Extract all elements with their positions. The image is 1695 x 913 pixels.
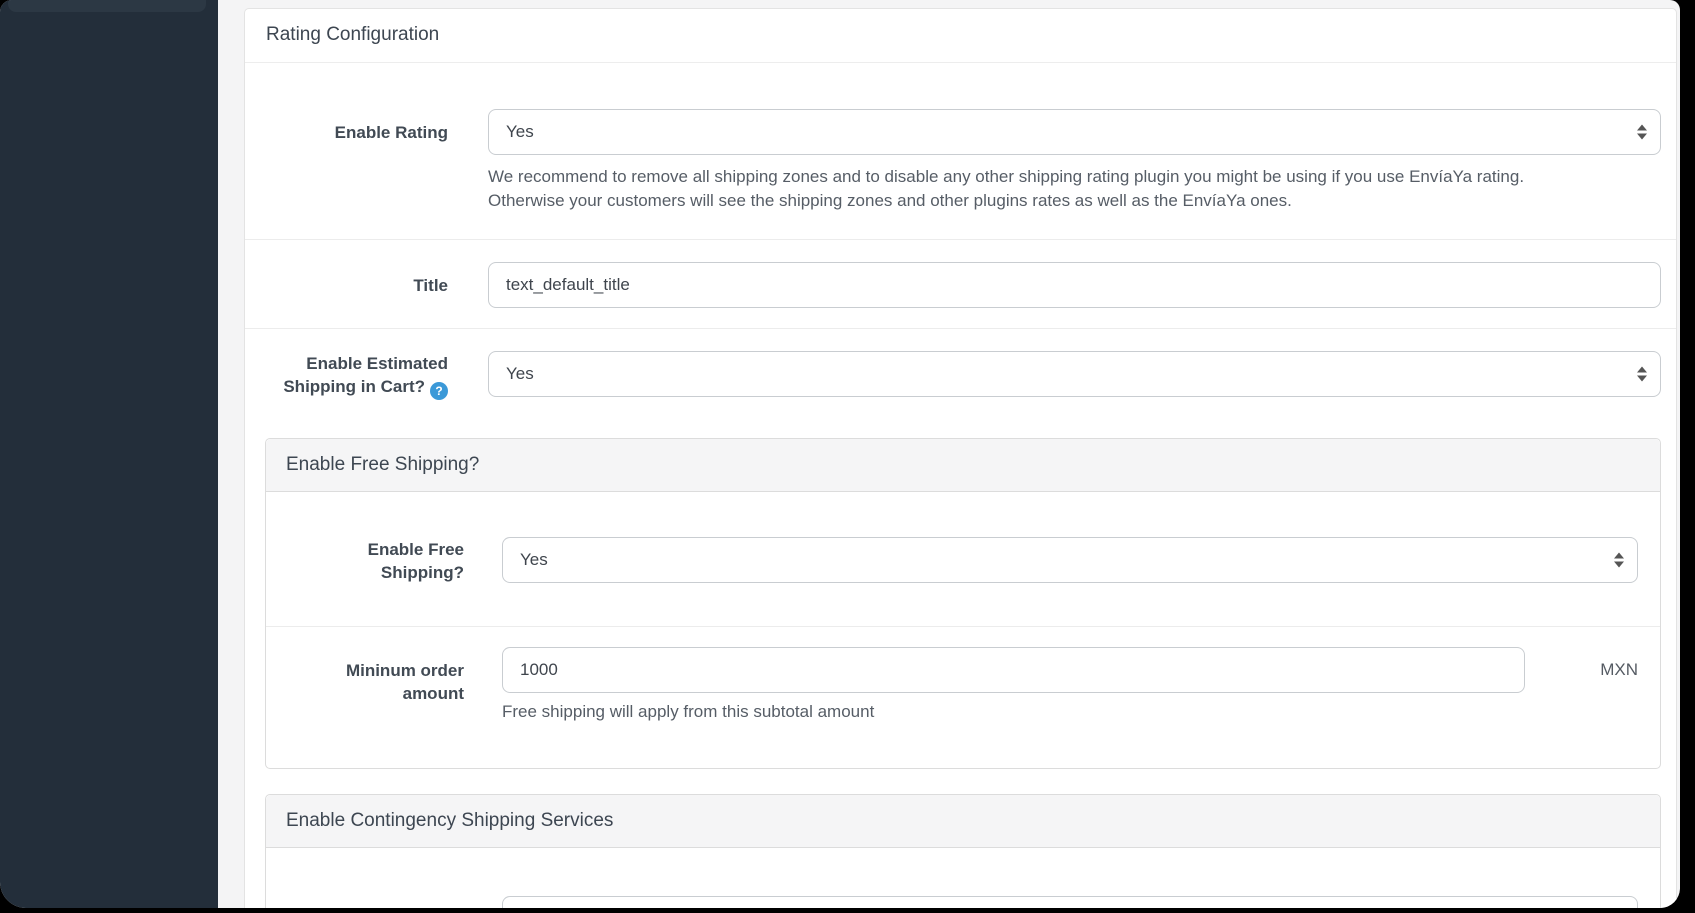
estimated-shipping-select[interactable]: Yes (488, 351, 1661, 397)
contingency-panel-title: Enable Contingency Shipping Services (266, 795, 1660, 848)
estimated-shipping-control: Yes (488, 351, 1661, 397)
minimum-order-control: MXN Free shipping will apply from this s… (502, 647, 1638, 722)
enable-rating-label: Enable Rating (266, 109, 448, 144)
panel-title: Rating Configuration (245, 9, 1676, 63)
enable-free-shipping-control: Yes (502, 537, 1638, 583)
sidebar-active-item[interactable] (8, 0, 206, 12)
contingency-field[interactable] (502, 896, 1638, 908)
enable-free-shipping-row: Enable Free Shipping? Yes (266, 492, 1660, 626)
help-circle-icon[interactable]: ? (430, 382, 448, 400)
rating-configuration-panel: Rating Configuration Enable Rating Yes W… (244, 8, 1677, 908)
free-shipping-panel: Enable Free Shipping? Enable Free Shippi… (265, 438, 1661, 769)
estimated-shipping-label-text: Enable Estimated Shipping in Cart? (283, 354, 448, 396)
contingency-field-row (266, 848, 1660, 908)
title-control (488, 262, 1661, 308)
enable-free-shipping-label: Enable Free Shipping? (286, 537, 464, 584)
sidebar (0, 0, 218, 908)
estimated-shipping-label: Enable Estimated Shipping in Cart?? (266, 351, 448, 400)
enable-rating-help: We recommend to remove all shipping zone… (488, 165, 1533, 213)
contingency-panel: Enable Contingency Shipping Services (265, 794, 1661, 908)
app-window: Rating Configuration Enable Rating Yes W… (0, 0, 1680, 908)
enable-rating-select-value: Yes (506, 122, 534, 142)
currency-label: MXN (1600, 660, 1638, 680)
enable-free-shipping-select[interactable]: Yes (502, 537, 1638, 583)
minimum-order-label: Mininum order amount (286, 647, 464, 705)
estimated-shipping-row: Enable Estimated Shipping in Cart?? Yes (245, 329, 1676, 418)
updown-stepper-icon (1637, 125, 1647, 140)
title-input[interactable] (488, 262, 1661, 308)
minimum-order-amount-line: MXN (502, 647, 1638, 693)
estimated-shipping-select-value: Yes (506, 364, 534, 384)
free-shipping-panel-title: Enable Free Shipping? (266, 439, 1660, 492)
title-row: Title (245, 240, 1676, 328)
minimum-order-input[interactable] (502, 647, 1525, 693)
enable-rating-select[interactable]: Yes (488, 109, 1661, 155)
enable-free-shipping-select-value: Yes (520, 550, 548, 570)
updown-stepper-icon (1637, 367, 1647, 382)
minimum-order-hint: Free shipping will apply from this subto… (502, 702, 1638, 722)
minimum-order-row: Mininum order amount MXN Free shipping w… (266, 627, 1660, 768)
title-label: Title (266, 262, 448, 297)
main-content: Rating Configuration Enable Rating Yes W… (218, 0, 1680, 908)
updown-stepper-icon (1614, 553, 1624, 568)
enable-rating-control: Yes We recommend to remove all shipping … (488, 109, 1661, 213)
contingency-field-control (502, 896, 1638, 908)
enable-rating-row: Enable Rating Yes We recommend to remove… (245, 63, 1676, 239)
